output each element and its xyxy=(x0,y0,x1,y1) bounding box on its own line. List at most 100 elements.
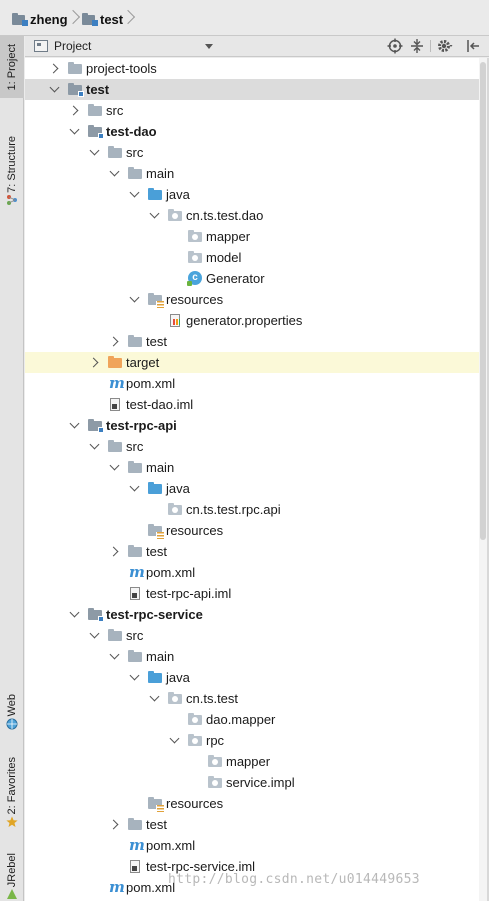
vertical-scrollbar-thumb[interactable] xyxy=(480,62,486,540)
chevron-down-icon[interactable] xyxy=(129,294,139,304)
folder-icon xyxy=(67,61,83,76)
tree-row[interactable]: src xyxy=(25,100,487,121)
tree-row[interactable]: test xyxy=(25,331,487,352)
tree-row[interactable]: main xyxy=(25,163,487,184)
chevron-down-icon[interactable] xyxy=(149,210,159,220)
tree-row[interactable]: m pom.xml xyxy=(25,373,487,394)
tree-item-label: test-rpc-api xyxy=(106,418,177,433)
chevron-right-icon[interactable] xyxy=(89,357,99,367)
chevron-down-icon[interactable] xyxy=(149,693,159,703)
tree-row[interactable]: cn.ts.test.rpc.api xyxy=(25,499,487,520)
tree-row[interactable]: test-dao xyxy=(25,121,487,142)
tree-row[interactable]: project-tools xyxy=(25,58,487,79)
package-icon xyxy=(207,775,223,790)
breadcrumb-item-zheng[interactable]: zheng xyxy=(12,10,68,28)
chevron-down-icon[interactable] xyxy=(129,483,139,493)
tab-favorites[interactable]: 2: Favorites xyxy=(0,746,24,826)
tree-row[interactable]: resources xyxy=(25,289,487,310)
collapse-all-icon[interactable] xyxy=(409,38,425,54)
source-folder-icon xyxy=(147,481,163,496)
gear-icon[interactable] xyxy=(437,38,453,54)
chevron-down-icon[interactable] xyxy=(89,630,99,640)
chevron-down-icon[interactable] xyxy=(169,735,179,745)
tree-item-label: test xyxy=(146,544,167,559)
tree-row[interactable]: resources xyxy=(25,793,487,814)
source-folder-icon xyxy=(147,670,163,685)
chevron-down-icon[interactable] xyxy=(69,126,79,136)
tree-item-label: resources xyxy=(166,292,224,307)
target-icon[interactable] xyxy=(387,38,403,54)
tree-row[interactable]: mapper xyxy=(25,226,487,247)
chevron-right-icon[interactable] xyxy=(69,105,79,115)
tree-item-label: mapper xyxy=(226,754,271,769)
chevron-right-icon[interactable] xyxy=(109,546,119,556)
tree-item-label: java xyxy=(166,670,190,685)
chevron-down-icon[interactable] xyxy=(69,609,79,619)
tree-row[interactable]: test-rpc-api.iml xyxy=(25,583,487,604)
chevron-down-icon[interactable] xyxy=(89,441,99,451)
tree-row[interactable]: rpc xyxy=(25,730,487,751)
chevron-down-icon[interactable] xyxy=(129,189,139,199)
tree-row[interactable]: java xyxy=(25,184,487,205)
chevron-down-icon[interactable] xyxy=(109,651,119,661)
tab-web-label: Web xyxy=(6,693,18,717)
package-icon xyxy=(187,250,203,265)
tree-row[interactable]: m pom.xml xyxy=(25,835,487,856)
tree-row[interactable]: dao.mapper xyxy=(25,709,487,730)
chevron-down-icon[interactable] xyxy=(69,420,79,430)
tree-row[interactable]: test-rpc-service xyxy=(25,604,487,625)
chevron-down-icon[interactable] xyxy=(205,44,213,49)
tree-row[interactable]: resources xyxy=(25,520,487,541)
tree-row[interactable]: main xyxy=(25,646,487,667)
tree-row[interactable]: main xyxy=(25,457,487,478)
tree-row[interactable]: m pom.xml xyxy=(25,562,487,583)
chevron-down-icon[interactable] xyxy=(109,168,119,178)
tree-row[interactable]: test xyxy=(25,814,487,835)
tree-row[interactable]: service.impl xyxy=(25,772,487,793)
tree-item-label: generator.properties xyxy=(186,313,303,328)
hide-icon[interactable] xyxy=(465,38,481,54)
folder-icon xyxy=(87,103,103,118)
chevron-right-icon[interactable] xyxy=(109,336,119,346)
project-tree[interactable]: project-tools test src test-dao src main java c… xyxy=(25,58,487,901)
project-view-selector[interactable]: Project xyxy=(54,39,91,53)
package-icon xyxy=(167,691,183,706)
tree-row[interactable]: generator.properties xyxy=(25,310,487,331)
tree-row[interactable]: test xyxy=(25,79,487,100)
module-folder-icon xyxy=(87,124,104,139)
tree-row[interactable]: java xyxy=(25,478,487,499)
tool-window-strip: 1: Project 7: Structure Web 2: Favorites… xyxy=(0,36,24,901)
tree-item-label: test xyxy=(86,82,110,97)
java-class-icon: c xyxy=(187,271,203,286)
chevron-down-icon[interactable] xyxy=(49,84,59,94)
tree-row[interactable]: c Generator xyxy=(25,268,487,289)
tree-row[interactable]: model xyxy=(25,247,487,268)
tree-row[interactable]: cn.ts.test xyxy=(25,688,487,709)
chevron-right-icon[interactable] xyxy=(49,63,59,73)
tree-row[interactable]: src xyxy=(25,436,487,457)
folder-icon xyxy=(127,649,143,664)
tree-row[interactable]: src xyxy=(25,142,487,163)
chevron-down-icon[interactable] xyxy=(109,462,119,472)
iml-file-icon xyxy=(107,397,123,412)
tree-row[interactable]: mapper xyxy=(25,751,487,772)
tree-row[interactable]: target xyxy=(25,352,487,373)
tree-row[interactable]: test xyxy=(25,541,487,562)
chevron-down-icon[interactable] xyxy=(89,147,99,157)
tree-row[interactable]: java xyxy=(25,667,487,688)
tree-item-label: resources xyxy=(166,796,224,811)
tree-row[interactable]: test-dao.iml xyxy=(25,394,487,415)
tree-row[interactable]: src xyxy=(25,625,487,646)
tree-item-label: test xyxy=(146,817,167,832)
breadcrumb-item-test[interactable]: test xyxy=(82,10,123,28)
tab-structure[interactable]: 7: Structure xyxy=(0,124,24,204)
chevron-down-icon[interactable] xyxy=(129,672,139,682)
tree-row[interactable]: test-rpc-api xyxy=(25,415,487,436)
tree-item-label: java xyxy=(166,187,190,202)
tab-structure-label: 7: Structure xyxy=(6,135,18,193)
tree-item-label: test-dao.iml xyxy=(126,397,194,412)
chevron-right-icon[interactable] xyxy=(109,819,119,829)
tree-row[interactable]: cn.ts.test.dao xyxy=(25,205,487,226)
tab-project[interactable]: 1: Project xyxy=(0,36,24,98)
tree-item-label: main xyxy=(146,649,175,664)
